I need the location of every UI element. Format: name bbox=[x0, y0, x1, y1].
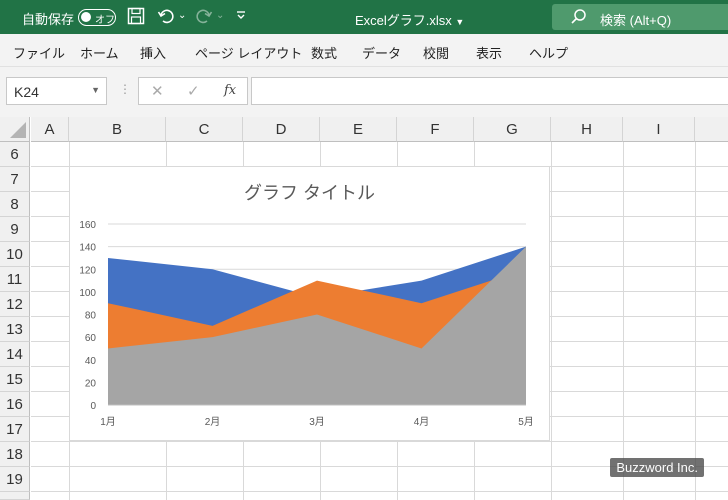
column-header-g[interactable]: G bbox=[474, 117, 551, 142]
row-header-17[interactable]: 17 bbox=[0, 417, 30, 442]
x-tick-label: 1月 bbox=[100, 416, 116, 428]
undo-dropdown-icon[interactable]: ⌄ bbox=[178, 10, 186, 21]
select-all-corner[interactable] bbox=[0, 117, 30, 142]
row-header-19[interactable]: 19 bbox=[0, 467, 30, 492]
autosave-toggle-state: オフ bbox=[95, 15, 115, 26]
y-tick-label: 40 bbox=[85, 356, 97, 367]
y-tick-label: 20 bbox=[85, 378, 97, 389]
file-title-chevron-icon: ▼ bbox=[455, 17, 465, 27]
title-bar: 自動保存 オフ ⌄ ⌄ Excelグラフ.xlsx ▼ 検索 (Alt+Q) bbox=[0, 0, 728, 34]
column-header-partial[interactable] bbox=[695, 117, 728, 142]
select-all-triangle-icon bbox=[10, 122, 26, 138]
row-header-18[interactable]: 18 bbox=[0, 442, 30, 467]
search-label: 検索 (Alt+Q) bbox=[600, 13, 672, 28]
tab-data[interactable]: データ bbox=[362, 43, 401, 62]
row-header-13[interactable]: 13 bbox=[0, 317, 30, 342]
area-chart[interactable]: グラフ タイトル 0 20 40 60 80 100 120 140 160 1月 2月 3月 4月 5月 bbox=[69, 166, 550, 441]
search-icon bbox=[570, 8, 588, 26]
name-box-dropdown-icon[interactable]: ▼ bbox=[91, 85, 100, 95]
tab-view[interactable]: 表示 bbox=[476, 43, 502, 62]
search-box[interactable]: 検索 (Alt+Q) bbox=[552, 4, 728, 30]
y-tick-label: 80 bbox=[85, 311, 97, 322]
y-tick-label: 60 bbox=[85, 333, 97, 344]
row-header-9[interactable]: 9 bbox=[0, 217, 30, 242]
y-tick-label: 140 bbox=[79, 243, 96, 254]
chart-plot: 0 20 40 60 80 100 120 140 160 1月 2月 3月 4月 5月 bbox=[79, 220, 534, 428]
customize-toolbar-icon[interactable] bbox=[234, 7, 248, 27]
toggle-knob bbox=[81, 12, 91, 22]
row-header-16[interactable]: 16 bbox=[0, 392, 30, 417]
row-header-6[interactable]: 6 bbox=[0, 142, 30, 167]
row-header-7[interactable]: 7 bbox=[0, 167, 30, 192]
row-header-14[interactable]: 14 bbox=[0, 342, 30, 367]
row-header-10[interactable]: 10 bbox=[0, 242, 30, 267]
redo-dropdown-icon[interactable]: ⌄ bbox=[216, 10, 224, 21]
x-tick-label: 3月 bbox=[309, 416, 325, 428]
row-header-11[interactable]: 11 bbox=[0, 267, 30, 292]
autosave-toggle[interactable]: オフ bbox=[78, 9, 116, 26]
y-tick-label: 160 bbox=[79, 220, 96, 231]
redo-icon[interactable] bbox=[194, 7, 214, 27]
x-tick-label: 2月 bbox=[205, 416, 221, 428]
insert-function-icon[interactable]: fx bbox=[224, 83, 236, 98]
file-title[interactable]: Excelグラフ.xlsx ▼ bbox=[355, 10, 464, 29]
gridline bbox=[623, 142, 624, 500]
tab-insert[interactable]: 挿入 bbox=[140, 43, 166, 62]
tab-page-layout[interactable]: ページ レイアウト bbox=[195, 43, 302, 62]
watermark: Buzzword Inc. bbox=[610, 458, 704, 477]
y-tick-label: 100 bbox=[79, 288, 96, 299]
save-icon[interactable] bbox=[126, 7, 146, 27]
row-header-12[interactable]: 12 bbox=[0, 292, 30, 317]
column-header-d[interactable]: D bbox=[243, 117, 320, 142]
formula-input[interactable] bbox=[251, 77, 728, 105]
formula-bar-area: K24 ▼ ⋮ ✕ ✓ fx bbox=[0, 67, 728, 117]
column-header-a[interactable]: A bbox=[31, 117, 69, 142]
y-tick-label: 120 bbox=[79, 265, 96, 276]
tab-formulas[interactable]: 数式 bbox=[311, 43, 337, 62]
name-box[interactable]: K24 ▼ bbox=[6, 77, 107, 105]
undo-icon[interactable] bbox=[156, 7, 176, 27]
column-header-c[interactable]: C bbox=[166, 117, 243, 142]
column-header-b[interactable]: B bbox=[69, 117, 166, 142]
more-options-icon[interactable]: ⋮ bbox=[119, 82, 131, 96]
name-box-value: K24 bbox=[14, 84, 39, 100]
tab-home[interactable]: ホーム bbox=[80, 43, 119, 62]
tab-help[interactable]: ヘルプ bbox=[529, 43, 568, 62]
row-header-20[interactable]: 20 bbox=[0, 492, 30, 500]
file-name: Excelグラフ.xlsx bbox=[355, 13, 452, 28]
gridline bbox=[695, 142, 696, 500]
column-header-i[interactable]: I bbox=[623, 117, 695, 142]
enter-icon[interactable]: ✓ bbox=[187, 82, 200, 100]
y-tick-label: 0 bbox=[90, 401, 96, 412]
gridline bbox=[551, 142, 552, 500]
autosave-label: 自動保存 bbox=[22, 12, 75, 27]
x-tick-label: 4月 bbox=[414, 416, 430, 428]
x-tick-label: 5月 bbox=[518, 416, 534, 428]
formula-buttons: ✕ ✓ fx bbox=[138, 77, 248, 105]
column-header-f[interactable]: F bbox=[397, 117, 474, 142]
tab-review[interactable]: 校閲 bbox=[423, 43, 449, 62]
tab-file[interactable]: ファイル bbox=[13, 43, 65, 62]
cancel-icon[interactable]: ✕ bbox=[151, 82, 164, 100]
row-header-15[interactable]: 15 bbox=[0, 367, 30, 392]
column-header-h[interactable]: H bbox=[551, 117, 623, 142]
row-header-8[interactable]: 8 bbox=[0, 192, 30, 217]
column-header-e[interactable]: E bbox=[320, 117, 397, 142]
gridline bbox=[31, 491, 728, 492]
ribbon-tabs: ファイル ホーム 挿入 ページ レイアウト 数式 データ 校閲 表示 ヘルプ bbox=[0, 34, 728, 67]
